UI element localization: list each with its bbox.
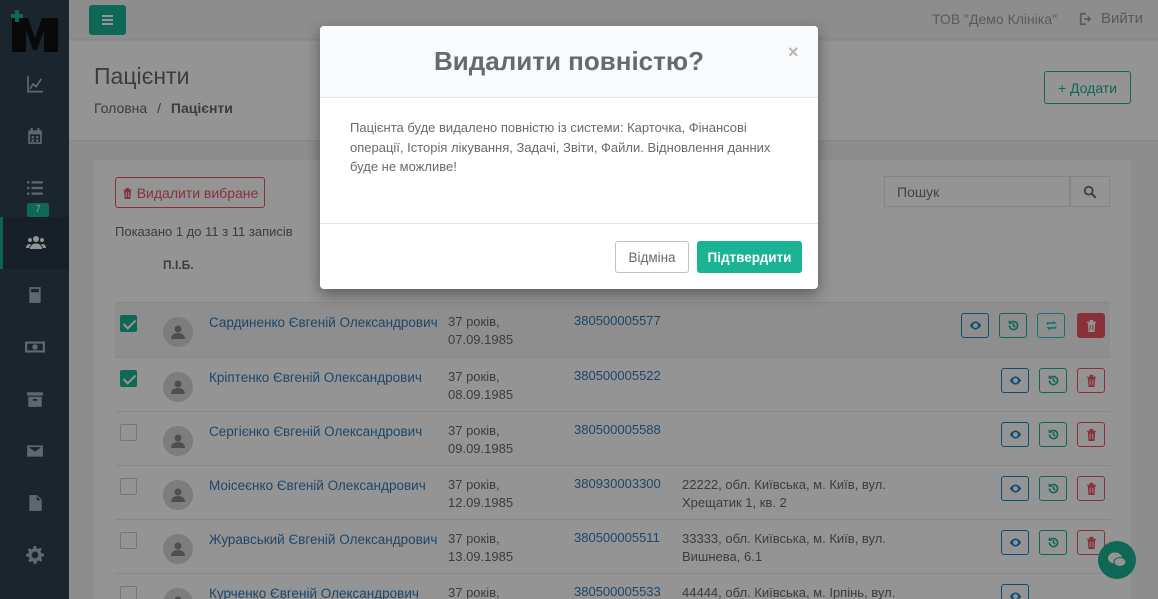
modal-title: Видалити повністю? (434, 46, 704, 76)
confirm-button[interactable]: Підтвердити (697, 241, 802, 273)
modal-message: Пацієнта буде видалено повністю із систе… (350, 120, 771, 174)
modal-footer: Відміна Підтвердити (320, 223, 818, 289)
cancel-button[interactable]: Відміна (615, 241, 689, 273)
modal-header: Видалити повністю? × (320, 26, 818, 98)
close-icon[interactable]: × (788, 42, 799, 63)
confirm-delete-modal: Видалити повністю? × Пацієнта буде видал… (320, 26, 818, 289)
